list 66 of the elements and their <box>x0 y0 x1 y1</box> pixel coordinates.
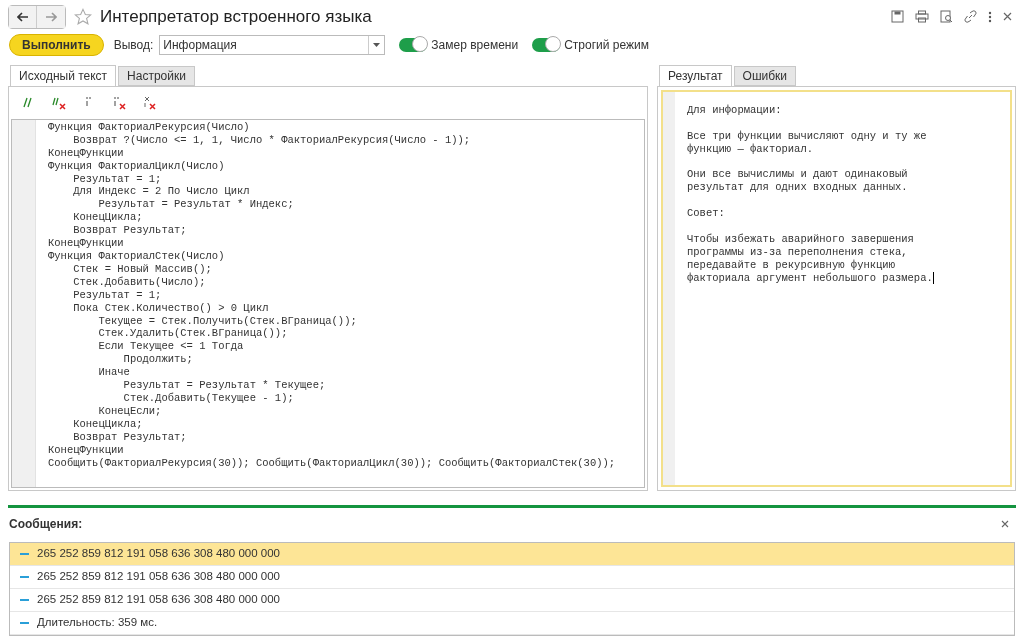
link-icon[interactable] <box>964 10 977 24</box>
code-line: КонецФункции <box>48 237 124 250</box>
toggle-switch[interactable] <box>399 37 428 52</box>
back-icon <box>16 11 29 22</box>
result-paragraph: Для информации: <box>687 103 782 117</box>
close-icon[interactable] <box>1001 520 1009 529</box>
code-line: Стек.Добавить(Текущее - 1); <box>122 391 294 405</box>
dash-icon <box>20 599 29 601</box>
code-line: Результат = 1; <box>72 288 162 302</box>
dash-icon <box>20 553 29 555</box>
close-icon[interactable] <box>1003 12 1012 22</box>
toggle-label: Замер времени <box>431 36 519 54</box>
code-line: Стек.Добавить(Число); <box>72 275 206 289</box>
code-line: Возврат Результат; <box>72 224 187 238</box>
code-line: КонецФункции <box>48 443 124 457</box>
code-line: Результат = Результат * Текущее; <box>122 379 326 392</box>
code-line: Иначе <box>97 366 130 380</box>
dropdown-icon <box>373 42 381 47</box>
code-line: КонецЕсли; <box>97 404 162 418</box>
code-line: Функция ФакториалЦикл(Число) <box>48 159 225 173</box>
message-text: Длительность: 359 мс. <box>37 615 158 631</box>
run-button[interactable]: Выполнить <box>9 33 104 56</box>
tab[interactable]: Результат <box>659 64 732 87</box>
result-paragraph: Чтобы избежать аварийного завершения программы из-за переполнения стека, передавайте в рекурсивную функцию факториала аргумент небольшого размера. <box>687 232 935 285</box>
window-title: Интерпретатор встроенного языка <box>100 6 372 29</box>
code-line: Продолжить; <box>122 353 193 367</box>
code-line: Результат = Результат * Индекс; <box>97 198 294 212</box>
toggle-switch[interactable] <box>532 37 561 52</box>
code-line: КонецЦикла; <box>72 417 143 431</box>
code-line: Функция ФакториалСтек(Число) <box>48 250 225 263</box>
dash-icon <box>20 622 29 624</box>
code-line: Результат = 1; <box>72 172 162 186</box>
code-line: Текущее = Стек.Получить(Стек.ВГраница()); <box>97 314 357 328</box>
result-paragraph: Они все вычислимы и дают одинаковый результат для одних входных данных. <box>687 168 908 195</box>
code-line: Для Индекс = 2 По Число Цикл <box>72 185 250 199</box>
code-line: Возврат ?(Число <= 1, 1, Число * ФакториалРекурсия(Число - 1)); <box>72 133 471 147</box>
save-icon[interactable] <box>891 10 904 24</box>
code-line: Стек = Новый Массив(); <box>72 262 212 276</box>
code-line: Сообщить(ФакториалРекурсия(30)); Сообщить(ФакториалЦикл(30)); Сообщить(ФакториалСтек(30)); <box>48 456 616 470</box>
more-icon[interactable] <box>988 10 992 23</box>
tab[interactable]: Исходный текст <box>10 64 117 87</box>
output-label: Вывод: <box>113 36 154 54</box>
result-paragraph: Совет: <box>687 207 725 221</box>
preview-icon[interactable] <box>940 10 953 24</box>
messages-title: Сообщения: <box>9 516 83 534</box>
code-line: КонецЦикла; <box>72 211 143 225</box>
message-row[interactable]: 265 252 859 812 191 058 636 308 480 000 000 <box>10 543 1014 566</box>
dash-icon <box>20 576 29 578</box>
printer-icon[interactable] <box>915 10 929 24</box>
toggle-label: Строгий режим <box>564 36 649 54</box>
code-line: Функция ФакториалРекурсия(Число) <box>48 120 250 134</box>
result-paragraph: Все три функции вычисляют одну и ту же функцию — факториал. <box>687 129 927 156</box>
back-button[interactable] <box>9 5 37 28</box>
code-line: Возврат Результат; <box>72 430 187 444</box>
forward-icon <box>45 11 57 22</box>
message-text: 265 252 859 812 191 058 636 308 480 000 000 <box>37 592 280 608</box>
code-line: КонецФункции <box>48 146 124 160</box>
code-line: Пока Стек.Количество() > 0 Цикл <box>72 301 269 315</box>
message-text: 265 252 859 812 191 058 636 308 480 000 000 <box>37 569 280 585</box>
tab[interactable]: Ошибки <box>733 65 797 86</box>
star-icon[interactable] <box>74 7 92 26</box>
tab[interactable]: Настройки <box>118 65 195 86</box>
code-line: Стек.Удалить(Стек.ВГраница()); <box>97 327 288 341</box>
output-select[interactable]: Информация <box>159 34 386 55</box>
message-text: 265 252 859 812 191 058 636 308 480 000 000 <box>37 546 280 562</box>
code-line: Если Текущее <= 1 Тогда <box>97 340 244 354</box>
